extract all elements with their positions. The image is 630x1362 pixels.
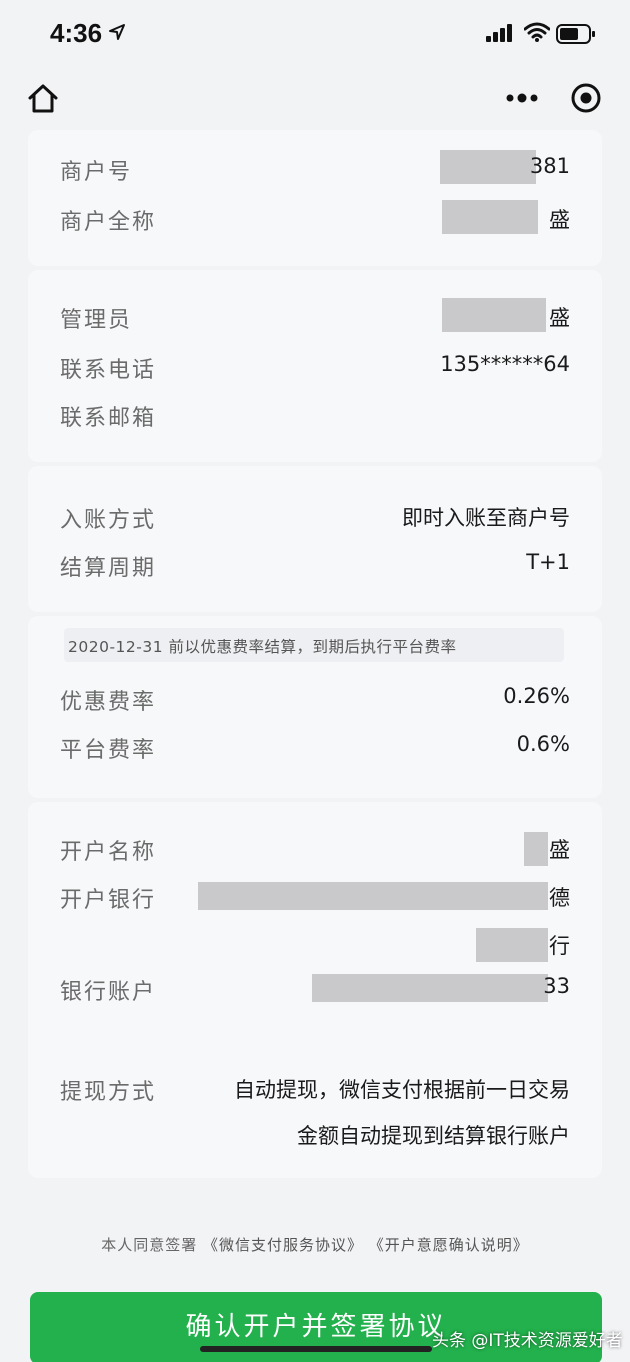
- agreement-prefix: 本人同意签署: [101, 1236, 198, 1254]
- wifi-icon: [524, 22, 550, 42]
- admin-row: 管理员 盛: [28, 298, 602, 338]
- promo-rate-row: 优惠费率 0.26%: [28, 680, 602, 720]
- bank-name-row: 开户银行 德: [28, 878, 602, 918]
- agreement-text: 本人同意签署 《微信支付服务协议》 《开户意愿确认说明》: [0, 1234, 630, 1255]
- settlement-method-label: 入账方式: [60, 508, 157, 533]
- rates-card: 2020-12-31 前以优惠费率结算，到期后执行平台费率 优惠费率 0.26%…: [28, 616, 602, 798]
- redaction-mask: [476, 928, 548, 962]
- nav-bar: [0, 70, 630, 130]
- withdraw-method-row: 提现方式 自动提现，微信支付根据前一日交易: [28, 1070, 602, 1110]
- account-number-label: 银行账户: [60, 980, 157, 1005]
- close-miniprogram-icon[interactable]: [570, 82, 602, 114]
- redaction-mask: [198, 882, 548, 910]
- battery-icon: [556, 24, 595, 44]
- withdraw-method-row-line2: 金额自动提现到结算银行账户: [28, 1116, 602, 1156]
- merchant-full-name-label: 商户全称: [60, 210, 157, 235]
- home-indicator: [200, 1346, 432, 1352]
- admin-value: 盛: [549, 306, 570, 330]
- account-opening-intent-link[interactable]: 《开户意愿确认说明》: [369, 1236, 529, 1254]
- email-label: 联系邮箱: [60, 406, 157, 431]
- account-name-value: 盛: [549, 838, 570, 862]
- account-number-row: 银行账户 33: [28, 970, 602, 1010]
- admin-label: 管理员: [60, 308, 133, 333]
- contact-info-card: 管理员 盛 联系电话 135******64 联系邮箱: [28, 270, 602, 462]
- email-row: 联系邮箱: [28, 396, 602, 436]
- bank-info-card: 开户名称 盛 开户银行 德 行 银行账户 33 提现方式 自动提现，微信支付根据…: [28, 802, 602, 1178]
- status-bar: 4:36: [0, 0, 630, 70]
- merchant-id-label: 商户号: [60, 160, 133, 185]
- platform-rate-row: 平台费率 0.6%: [28, 728, 602, 768]
- merchant-id-value: 381: [529, 154, 570, 178]
- withdraw-method-line2: 金额自动提现到结算银行账户: [297, 1124, 570, 1148]
- phone-label: 联系电话: [60, 358, 157, 383]
- platform-rate-value: 0.6%: [516, 732, 570, 756]
- settlement-cycle-value: T+1: [526, 550, 570, 574]
- home-icon[interactable]: [26, 82, 60, 116]
- rate-notice: 2020-12-31 前以优惠费率结算，到期后执行平台费率: [64, 628, 564, 662]
- withdraw-method-line1: 自动提现，微信支付根据前一日交易: [234, 1078, 570, 1102]
- redaction-mask: [312, 974, 548, 1002]
- settlement-cycle-row: 结算周期 T+1: [28, 546, 602, 586]
- platform-rate-label: 平台费率: [60, 738, 157, 763]
- bank-name-row-line2: 行: [28, 926, 602, 966]
- withdraw-method-label: 提现方式: [60, 1080, 157, 1105]
- merchant-info-card: 商户号 381 商户全称 盛: [28, 130, 602, 266]
- location-arrow-icon: [109, 24, 125, 40]
- redaction-mask: [524, 832, 548, 866]
- redaction-mask: [442, 200, 538, 234]
- promo-rate-value: 0.26%: [503, 684, 570, 708]
- settlement-method-value: 即时入账至商户号: [402, 506, 570, 530]
- merchant-id-row: 商户号 381: [28, 150, 602, 190]
- settlement-cycle-label: 结算周期: [60, 556, 157, 581]
- wechat-pay-service-agreement-link[interactable]: 《微信支付服务协议》: [203, 1236, 363, 1254]
- settlement-method-row: 入账方式 即时入账至商户号: [28, 498, 602, 538]
- bank-name-value-line2: 行: [549, 934, 570, 958]
- promo-rate-label: 优惠费率: [60, 690, 157, 715]
- phone-value: 135******64: [440, 352, 570, 376]
- bank-name-label: 开户银行: [60, 888, 157, 913]
- merchant-full-name-value: 盛: [549, 208, 570, 232]
- more-icon[interactable]: [504, 88, 540, 108]
- merchant-full-name-row: 商户全称 盛: [28, 200, 602, 240]
- account-number-value: 33: [543, 974, 570, 998]
- bank-name-value-line1: 德: [549, 886, 570, 910]
- cellular-signal-icon: [486, 24, 512, 42]
- account-name-label: 开户名称: [60, 840, 157, 865]
- redaction-mask: [442, 298, 546, 332]
- settlement-card: 入账方式 即时入账至商户号 结算周期 T+1: [28, 466, 602, 612]
- account-name-row: 开户名称 盛: [28, 830, 602, 870]
- status-time: 4:36: [50, 18, 103, 48]
- source-watermark: 头条 @IT技术资源爱好者: [432, 1331, 623, 1351]
- phone-row: 联系电话 135******64: [28, 348, 602, 388]
- redaction-mask: [440, 150, 536, 184]
